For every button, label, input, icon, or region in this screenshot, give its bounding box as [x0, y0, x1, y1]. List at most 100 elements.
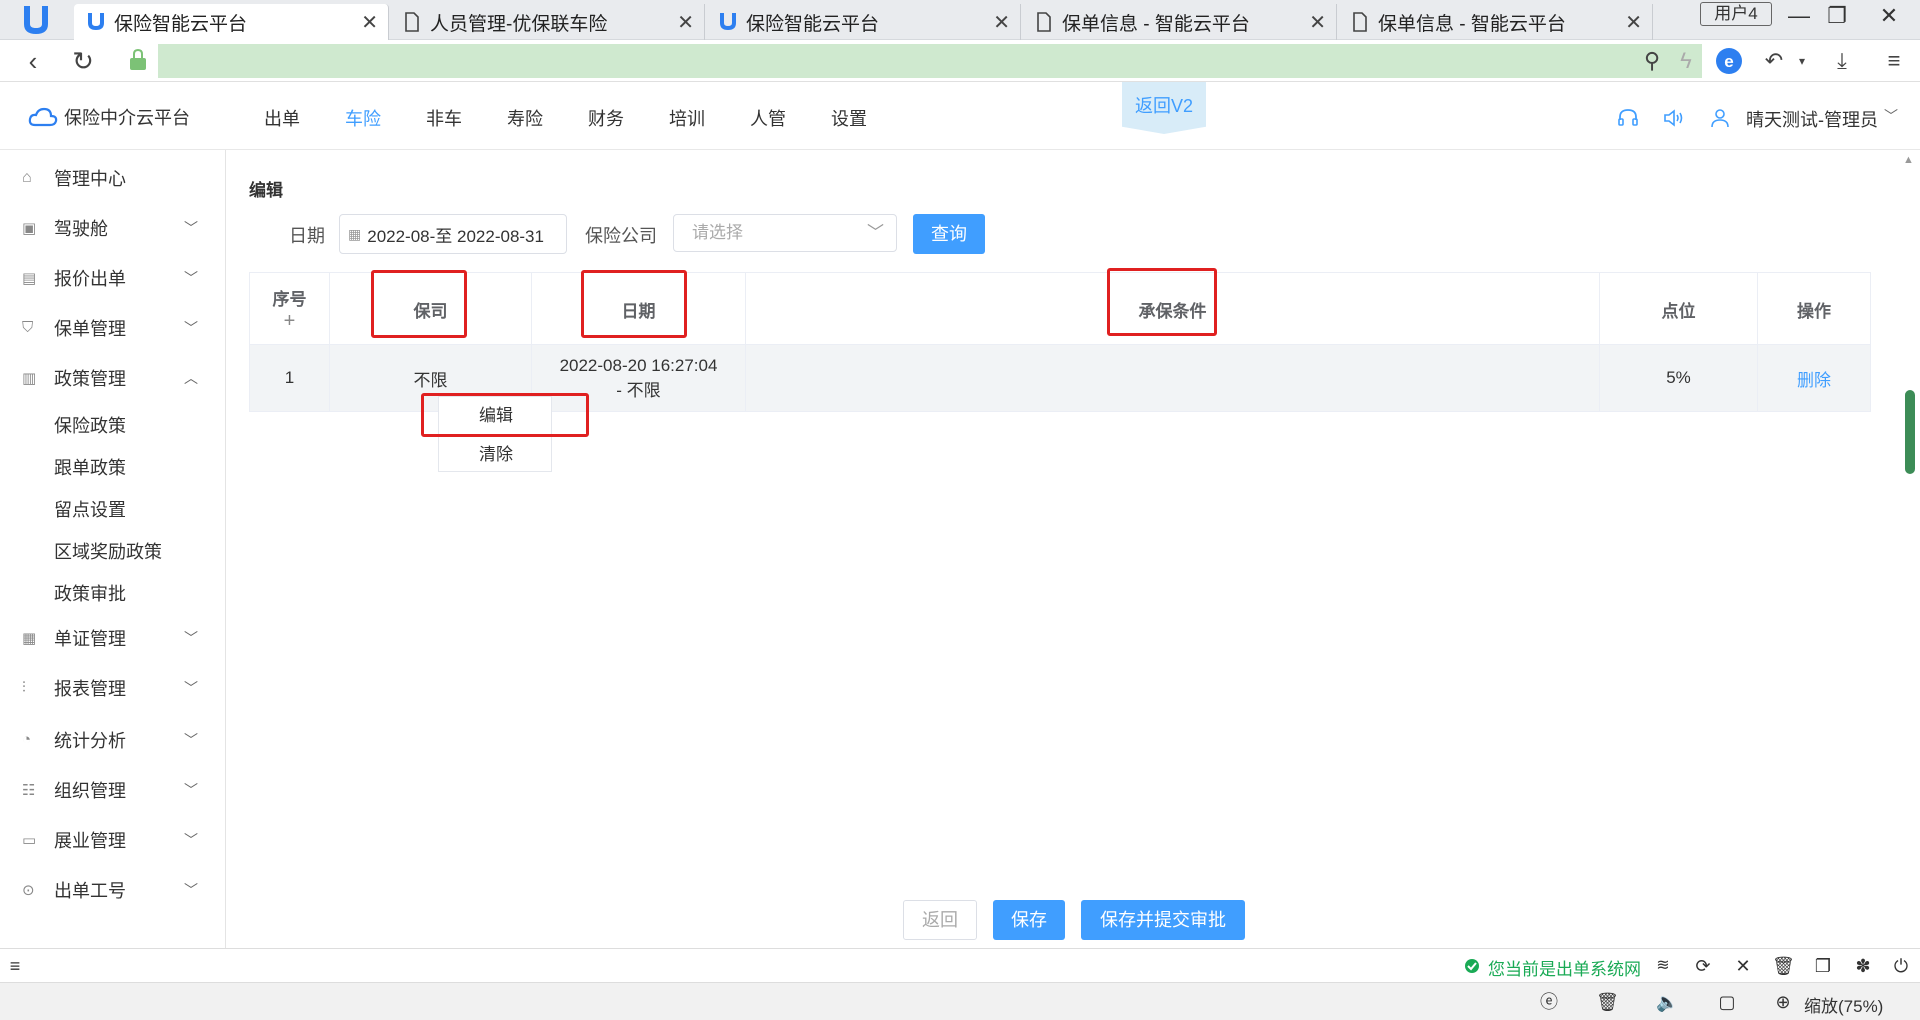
- policy-table: 序号 + 保司 日期 承保条件 点位 操作 1 不限 2022-08-20 16…: [249, 272, 1871, 412]
- cell-points[interactable]: 5%: [1600, 345, 1758, 411]
- page-icon: [1353, 12, 1367, 32]
- sidebar-item-quote[interactable]: ▤ 报价出单 ﹀: [0, 258, 226, 298]
- search-icon[interactable]: ⚲: [1636, 46, 1668, 76]
- browser-tab[interactable]: 保险智能云平台 ✕: [74, 4, 389, 40]
- report-icon: ⫶: [22, 679, 26, 696]
- lightning-icon[interactable]: ϟ: [1670, 46, 1702, 76]
- nav-item-issue[interactable]: 出单: [264, 105, 300, 131]
- trash-icon[interactable]: 🗑: [1772, 955, 1795, 977]
- browser-tab[interactable]: 保险智能云平台 ✕: [706, 4, 1021, 40]
- url-input[interactable]: [158, 44, 1702, 78]
- sidebar-subitem-follow-policy[interactable]: 跟单政策: [54, 454, 126, 480]
- company-select[interactable]: 请选择 ﹀: [673, 214, 897, 252]
- wifi-icon: ≋: [1656, 957, 1670, 974]
- sidebar-item-business[interactable]: ▭ 展业管理 ﹀: [0, 820, 226, 860]
- tab-title: 人员管理-优保联车险: [430, 13, 608, 35]
- back-button[interactable]: 返回: [903, 900, 977, 940]
- profile-button[interactable]: 用户4: [1700, 2, 1772, 26]
- browser-logo-icon[interactable]: [18, 2, 54, 38]
- nav-item-training[interactable]: 培训: [669, 105, 705, 131]
- sidebar-subitem-insurance-policy[interactable]: 保险政策: [54, 412, 126, 438]
- date-range-picker[interactable]: ▦ 2022-08-至 2022-08-31: [339, 214, 567, 254]
- reload-icon[interactable]: ↻: [68, 46, 98, 76]
- date-label: 日期: [289, 226, 325, 246]
- return-v2-button[interactable]: 返回V2: [1122, 82, 1206, 134]
- ie-engine-icon[interactable]: e: [1714, 46, 1744, 76]
- page-icon: [1037, 12, 1051, 32]
- brand[interactable]: 保险中介云平台: [28, 104, 190, 130]
- dashboard-icon: ▣: [22, 220, 37, 237]
- top-nav: 保险中介云平台 出单 车险 非车 寿险 财务 培训 人管 设置 返回V2 晴天测…: [0, 82, 1920, 150]
- headset-icon[interactable]: [1616, 106, 1640, 130]
- sidebar-subitem-regional-reward[interactable]: 区域奖励政策: [54, 538, 162, 564]
- nav-item-life[interactable]: 寿险: [507, 105, 543, 131]
- close-icon[interactable]: ✕: [677, 10, 694, 35]
- window-icon[interactable]: ▢: [1716, 991, 1738, 1013]
- scrollbar-thumb[interactable]: [1905, 390, 1915, 474]
- sidebar-item-organization[interactable]: ☷ 组织管理 ﹀: [0, 770, 226, 810]
- sidebar-subitem-retention[interactable]: 留点设置: [54, 496, 126, 522]
- close-window-icon[interactable]: ✕: [1874, 2, 1904, 30]
- sidebar-item-policy-rules[interactable]: ▥ 政策管理 ︿: [0, 358, 226, 398]
- save-button[interactable]: 保存: [993, 900, 1065, 940]
- context-menu-clear[interactable]: 清除: [439, 435, 553, 473]
- lock-icon: [130, 48, 146, 70]
- zoom-level[interactable]: 缩放(75%): [1804, 992, 1883, 1017]
- query-button[interactable]: 查询: [913, 214, 985, 254]
- sidebar-item-operator-id[interactable]: ⊙ 出单工号 ﹀: [0, 870, 226, 910]
- cell-condition[interactable]: [746, 345, 1600, 411]
- minimize-icon[interactable]: —: [1784, 2, 1814, 30]
- nav-item-settings[interactable]: 设置: [831, 105, 867, 131]
- chevron-down-icon[interactable]: ▾: [1786, 46, 1818, 76]
- close-icon[interactable]: ✕: [1625, 10, 1642, 35]
- back-icon[interactable]: ‹: [18, 46, 48, 76]
- sidebar-item-certificates[interactable]: ▦ 单证管理 ﹀: [0, 618, 226, 658]
- close-icon[interactable]: ✕: [1309, 10, 1326, 35]
- browser-tab[interactable]: 保单信息 - 智能云平台 ✕: [1022, 4, 1337, 40]
- add-row-icon[interactable]: +: [284, 310, 296, 333]
- volume-icon[interactable]: 🔈: [1656, 991, 1678, 1013]
- chevron-down-icon: ﹀: [184, 320, 198, 336]
- home-icon: ⌂: [22, 169, 32, 186]
- org-icon: ☷: [22, 782, 36, 799]
- zoom-icon[interactable]: ⊕: [1772, 991, 1794, 1013]
- copy-icon[interactable]: ❐: [1812, 955, 1834, 977]
- scroll-up-icon[interactable]: ▲: [1903, 154, 1914, 166]
- sidebar-subitem-policy-approval[interactable]: 政策审批: [54, 580, 126, 606]
- restore-icon[interactable]: ❐: [1822, 2, 1852, 30]
- ie-mode-icon[interactable]: ⓔ: [1538, 991, 1560, 1013]
- nav-item-finance[interactable]: 财务: [588, 105, 624, 131]
- user-name[interactable]: 晴天测试-管理员: [1746, 106, 1878, 132]
- power-icon[interactable]: ⏻: [1890, 955, 1912, 977]
- chevron-up-icon: ︿: [184, 370, 198, 386]
- chevron-down-icon: ﹀: [184, 832, 198, 848]
- browser-tab[interactable]: 人员管理-优保联车险 ✕: [390, 4, 705, 40]
- delete-link[interactable]: 删除: [1758, 345, 1870, 411]
- menu-icon[interactable]: ≡: [4, 955, 26, 977]
- sidebar-item-cockpit[interactable]: ▣ 驾驶舱 ﹀: [0, 208, 226, 248]
- page-icon: [405, 12, 419, 32]
- nav-item-auto-insurance[interactable]: 车险: [345, 105, 381, 131]
- sidebar-item-reports[interactable]: ⫶ 报表管理 ﹀: [0, 668, 226, 708]
- brand-icon: [720, 13, 736, 30]
- close-icon[interactable]: ✕: [361, 10, 378, 35]
- svg-text:e: e: [1724, 52, 1733, 71]
- paw-icon[interactable]: ✽: [1852, 955, 1874, 977]
- browser-tab[interactable]: 保单信息 - 智能云平台 ✕: [1338, 4, 1653, 40]
- chevron-down-icon[interactable]: ﹀: [1884, 106, 1898, 126]
- save-submit-button[interactable]: 保存并提交审批: [1081, 900, 1245, 940]
- download-icon[interactable]: ⤓: [1826, 46, 1858, 76]
- menu-icon[interactable]: ≡: [1878, 46, 1910, 76]
- close-icon[interactable]: ✕: [993, 10, 1010, 35]
- nav-item-non-auto[interactable]: 非车: [426, 105, 462, 131]
- close-icon[interactable]: ✕: [1732, 955, 1754, 977]
- trash-icon[interactable]: 🗑: [1596, 991, 1619, 1013]
- nav-item-hr[interactable]: 人管: [750, 105, 786, 131]
- tab-title: 保险智能云平台: [746, 13, 880, 35]
- sidebar-item-policy-mgmt[interactable]: ⛉ 保单管理 ﹀: [0, 308, 226, 348]
- sidebar-item-management-center[interactable]: ⌂ 管理中心: [0, 158, 226, 198]
- speaker-icon[interactable]: [1662, 106, 1686, 130]
- browser-tab-strip: 保险智能云平台 ✕ 人员管理-优保联车险 ✕ 保险智能云平台 ✕ 保单信息 - …: [0, 0, 1920, 40]
- sync-icon[interactable]: ⟳: [1692, 955, 1714, 977]
- sidebar-item-statistics[interactable]: ◔ 统计分析 ﹀: [0, 720, 226, 760]
